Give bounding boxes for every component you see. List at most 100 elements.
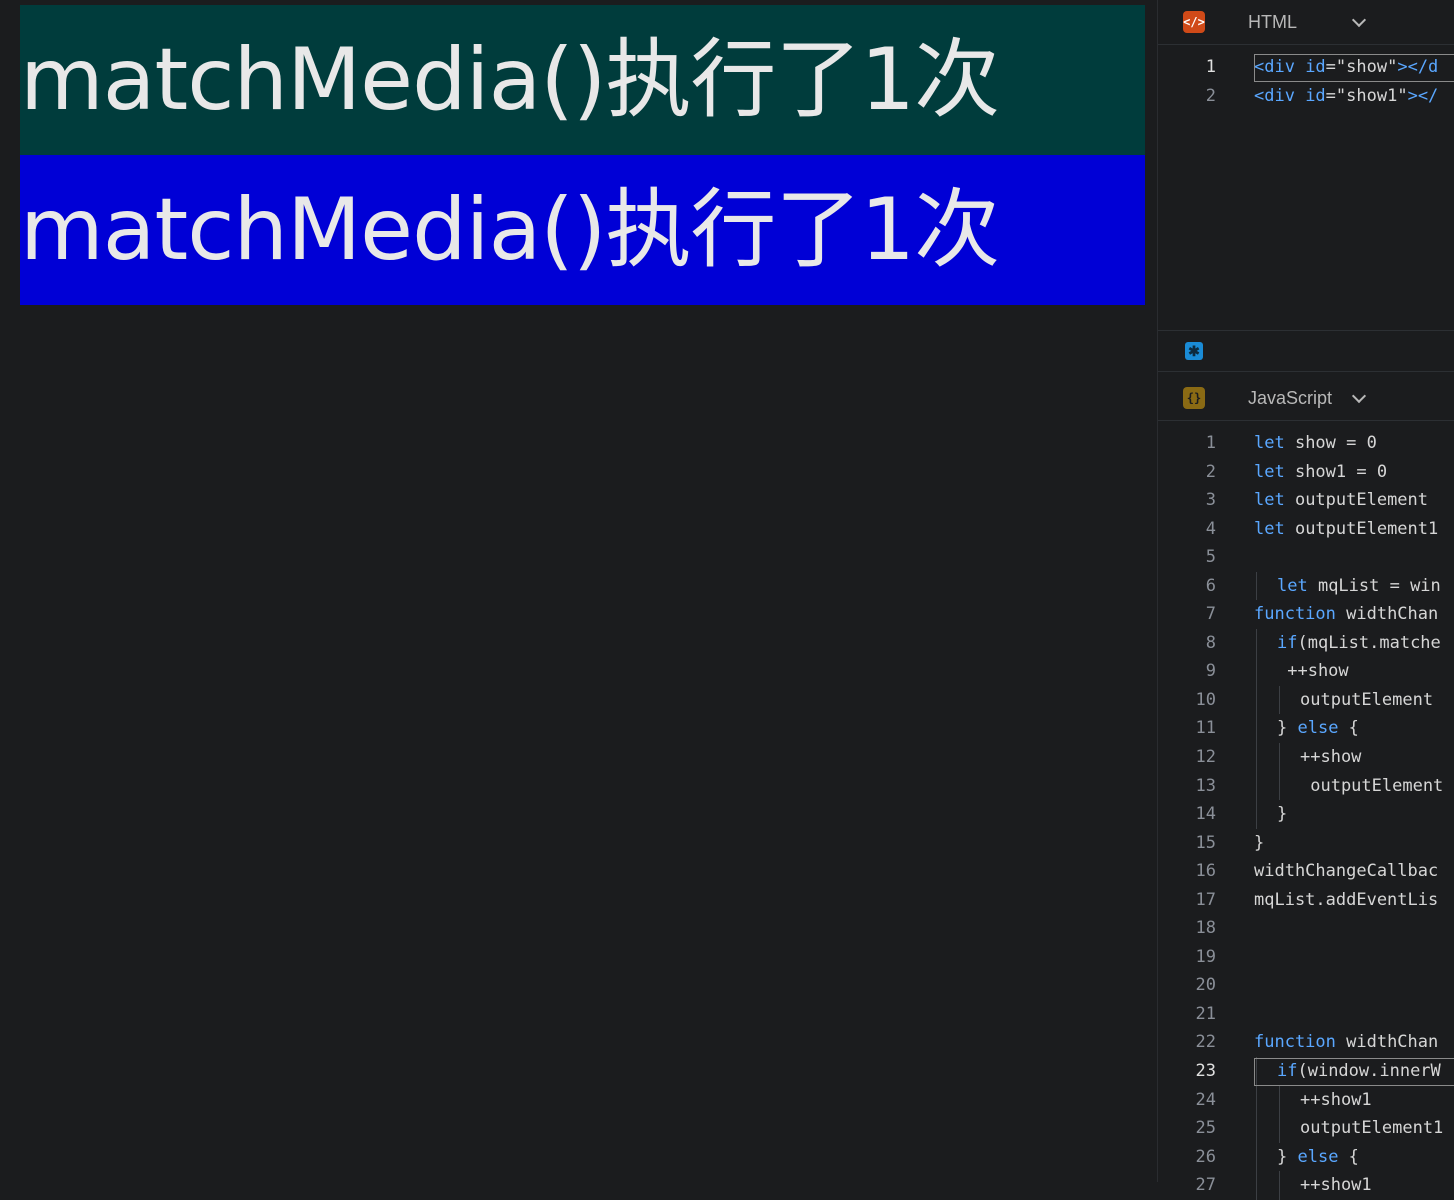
- code-token: widthChangeCallbac: [1254, 861, 1439, 882]
- code-line[interactable]: 27 ++show1: [1158, 1171, 1454, 1200]
- code-line[interactable]: 12 ++show: [1158, 743, 1454, 772]
- indent-guide: [1279, 1114, 1280, 1143]
- code-text: outputElement: [1300, 686, 1454, 715]
- show1-output: matchMedia()执行了1次: [20, 155, 1145, 305]
- code-line[interactable]: 9 ++show: [1158, 657, 1454, 686]
- code-line[interactable]: 5: [1158, 543, 1454, 572]
- indent-guide: [1256, 800, 1257, 829]
- code-token: ++show: [1300, 747, 1362, 768]
- line-number: 2: [1205, 85, 1216, 106]
- code-token: else: [1297, 718, 1339, 739]
- html-panel-header[interactable]: </> HTML: [1158, 0, 1454, 45]
- line-number: 12: [1195, 747, 1216, 768]
- indent-guide: [1279, 1085, 1280, 1115]
- code-line[interactable]: 18: [1158, 914, 1454, 943]
- code-token: }: [1254, 832, 1265, 853]
- code-token: show1 = 0: [1284, 461, 1388, 482]
- line-number: 5: [1205, 547, 1216, 568]
- code-line[interactable]: 1 <div id="show"></d: [1158, 53, 1454, 82]
- chevron-down-icon[interactable]: [1351, 388, 1367, 404]
- code-text: <div id="show1"></: [1254, 82, 1454, 111]
- line-number: 25: [1195, 1118, 1216, 1139]
- code-text: outputElement: [1300, 772, 1454, 801]
- code-token: id: [1305, 85, 1326, 106]
- code-text: }: [1277, 800, 1454, 829]
- code-text: if(mqList.matche: [1277, 629, 1454, 658]
- code-token: }: [1277, 804, 1288, 825]
- indent-guide: [1256, 1085, 1257, 1115]
- code-line[interactable]: 3 let outputElement: [1158, 486, 1454, 515]
- code-line[interactable]: 6 let mqList = win: [1158, 571, 1454, 601]
- line-number: 3: [1205, 490, 1216, 511]
- code-text: }: [1254, 829, 1454, 858]
- line-number: 1: [1205, 57, 1216, 77]
- code-text: let mqList = win: [1277, 572, 1454, 601]
- line-number: 4: [1205, 518, 1216, 539]
- code-line[interactable]: 19: [1158, 943, 1454, 972]
- code-line[interactable]: 13 outputElement: [1158, 771, 1454, 801]
- code-text: ++show: [1300, 743, 1454, 772]
- line-number: 1: [1205, 433, 1216, 453]
- indent-guide: [1256, 628, 1257, 658]
- code-line[interactable]: 2 let show1 = 0: [1158, 458, 1454, 487]
- code-token: let: [1254, 461, 1285, 482]
- code-text: } else {: [1277, 714, 1454, 743]
- preview-pane: matchMedia()执行了1次 matchMedia()执行了1次: [0, 0, 1157, 1182]
- code-line[interactable]: 22 function widthChan: [1158, 1028, 1454, 1057]
- line-number: 18: [1195, 918, 1216, 939]
- code-token: ></: [1407, 85, 1439, 106]
- code-token: let: [1254, 490, 1285, 511]
- chevron-down-icon[interactable]: [1351, 12, 1367, 28]
- code-token: =: [1325, 85, 1336, 106]
- code-token: outputElement: [1300, 689, 1434, 710]
- code-line[interactable]: 1 let show = 0: [1158, 429, 1454, 458]
- indent-guide: [1256, 657, 1257, 686]
- code-line[interactable]: 15}: [1158, 829, 1454, 858]
- code-token: ++show: [1277, 661, 1349, 682]
- code-line[interactable]: 14}: [1158, 800, 1454, 829]
- code-line[interactable]: 17 mqList.addEventLis: [1158, 886, 1454, 915]
- line-number: 10: [1195, 689, 1216, 710]
- code-line[interactable]: 21: [1158, 1000, 1454, 1029]
- code-line[interactable]: 11} else {: [1158, 714, 1454, 744]
- line-number: 24: [1195, 1089, 1216, 1110]
- code-token: if: [1277, 632, 1298, 653]
- code-line[interactable]: 23 if(window.innerW: [1158, 1057, 1454, 1087]
- line-number: 2: [1205, 461, 1216, 482]
- code-line[interactable]: 25 outputElement1: [1158, 1114, 1454, 1143]
- code-token: outputElement: [1300, 775, 1444, 796]
- code-line[interactable]: 20: [1158, 971, 1454, 1000]
- code-token: "show1": [1335, 85, 1408, 106]
- css-panel-header[interactable]: ✱: [1158, 330, 1454, 372]
- code-token: function: [1254, 1032, 1336, 1053]
- indent-guide: [1256, 743, 1257, 772]
- line-number: 15: [1195, 832, 1216, 853]
- code-line[interactable]: 4 let outputElement1: [1158, 515, 1454, 544]
- code-token: else: [1297, 1146, 1339, 1167]
- code-line[interactable]: 26} else {: [1158, 1142, 1454, 1172]
- indent-guide: [1256, 685, 1257, 715]
- code-line[interactable]: 10 outputElement: [1158, 685, 1454, 715]
- js-panel-header[interactable]: {} JavaScript: [1158, 376, 1454, 421]
- bracket-match-highlight: [1254, 1058, 1454, 1087]
- line-number: 17: [1195, 889, 1216, 910]
- html-code-area[interactable]: 1 <div id="show"></d 2 <div id="show1"></: [1158, 53, 1454, 110]
- js-code-area[interactable]: 1 let show = 0 2 let show1 = 0 3 let outputEl…: [1158, 429, 1454, 1200]
- code-text: let outputElement1: [1254, 515, 1454, 544]
- code-token: {: [1338, 1146, 1359, 1167]
- code-text: mqList.addEventLis: [1254, 886, 1454, 915]
- code-line[interactable]: 24 ++show1: [1158, 1085, 1454, 1115]
- line-number: 14: [1195, 804, 1216, 825]
- show-output: matchMedia()执行了1次: [20, 5, 1145, 155]
- code-token: function: [1254, 604, 1336, 625]
- code-text: outputElement1: [1300, 1114, 1454, 1143]
- code-line[interactable]: 8 if(mqList.matche: [1158, 628, 1454, 658]
- indent-guide: [1279, 743, 1280, 772]
- code-token: mqList = win: [1307, 575, 1441, 596]
- code-token: ++show1: [1300, 1175, 1372, 1196]
- code-line[interactable]: 16 widthChangeCallbac: [1158, 857, 1454, 886]
- code-token: show = 0: [1284, 433, 1377, 453]
- code-line[interactable]: 7 function widthChan: [1158, 600, 1454, 629]
- code-token: outputElement1: [1284, 518, 1439, 539]
- code-line[interactable]: 2 <div id="show1"></: [1158, 82, 1454, 111]
